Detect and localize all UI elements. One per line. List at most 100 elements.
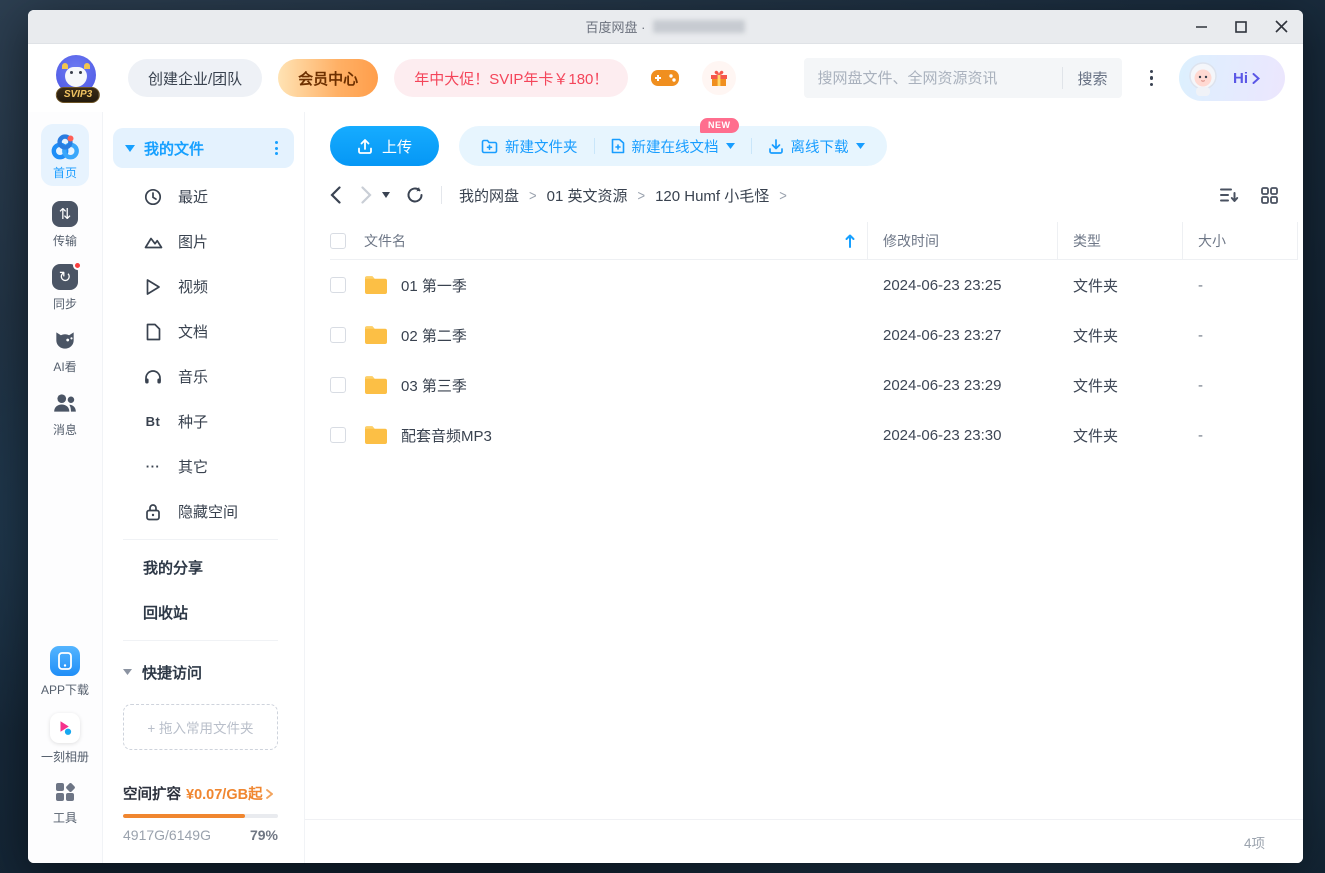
divider [123,539,278,540]
astronaut-avatar-icon [1183,58,1223,98]
breadcrumb-item[interactable]: 120 Humf 小毛怪 [655,185,769,206]
tree-item-others[interactable]: ··· 其它 [103,444,304,489]
quick-access-header[interactable]: 快捷访问 [103,652,304,692]
column-header-size[interactable]: 大小 [1198,231,1226,251]
create-team-button[interactable]: 创建企业/团队 [128,59,262,97]
new-folder-button[interactable]: 新建文件夹 [481,136,578,157]
breadcrumb: 我的网盘 > 01 英文资源 > 120 Humf 小毛怪 > [459,185,787,206]
rail-item-sync[interactable]: ↻ 同步 [52,264,78,312]
storage-progress-track [123,814,278,818]
rail-item-home[interactable]: 首页 [41,124,89,186]
back-button[interactable] [330,186,341,204]
vip-center-button[interactable]: 会员中心 [278,59,378,97]
nav-link-my-shares[interactable]: 我的分享 [103,545,304,590]
chevron-right-icon [266,789,273,799]
folder-icon [364,375,388,395]
column-header-type[interactable]: 类型 [1073,231,1101,251]
toolbar-actions: 新建文件夹 NEW 新建在线文档 离线下载 [459,126,887,166]
my-files-header[interactable]: 我的文件 [113,128,294,168]
history-caret-icon[interactable] [382,192,390,198]
sync-icon: ↻ [52,264,78,290]
sort-ascending-icon[interactable] [845,234,855,248]
close-button[interactable] [1273,19,1289,35]
upload-button[interactable]: 上传 [330,126,439,166]
rail-item-messages[interactable]: 消息 [52,390,78,438]
header: SVIP3 创建企业/团队 会员中心 年中大促！SVIP年卡￥180！ 搜索 [28,44,1303,112]
rail-item-app-download[interactable]: APP下载 [41,646,89,698]
netdisk-logo-icon [50,133,80,161]
titlebar[interactable]: 百度网盘 · [28,10,1303,44]
transfer-icon: ⇅ [52,201,78,227]
tree-item-hidden-space[interactable]: 隐藏空间 [103,489,304,534]
row-checkbox[interactable] [330,377,346,393]
my-files-more-icon[interactable] [271,137,282,159]
tools-icon [53,780,77,804]
tree-item-docs[interactable]: 文档 [103,309,304,354]
table-row[interactable]: 01 第一季 2024-06-23 23:25 文件夹 - [305,260,1303,310]
folder-icon [364,325,388,345]
row-checkbox[interactable] [330,427,346,443]
table-header: 文件名 修改时间 类型 大小 [330,222,1298,260]
row-checkbox[interactable] [330,277,346,293]
offline-download-button[interactable]: 离线下载 [768,136,865,157]
more-menu-icon[interactable] [1144,64,1160,93]
search-input[interactable] [804,70,1063,87]
grid-view-button[interactable] [1261,187,1278,204]
maximize-button[interactable] [1233,19,1249,35]
new-online-doc-button[interactable]: NEW 新建在线文档 [611,136,735,157]
collapse-triangle-icon [123,669,132,675]
rail-item-photos[interactable]: 一刻相册 [41,713,89,765]
table-row[interactable]: 02 第二季 2024-06-23 23:27 文件夹 - [305,310,1303,360]
rail-item-ai-view[interactable]: AI看 [52,327,78,375]
assistant-pill[interactable]: Hi [1179,55,1285,101]
folder-icon [364,275,388,295]
forward-button[interactable] [361,186,372,204]
promo-banner[interactable]: 年中大促！SVIP年卡￥180！ [394,59,628,97]
table-row[interactable]: 配套音频MP3 2024-06-23 23:30 文件夹 - [305,410,1303,460]
tree-item-music[interactable]: 音乐 [103,354,304,399]
divider [123,640,278,641]
sync-notification-dot [73,261,82,270]
rail-item-tools[interactable]: 工具 [53,780,77,826]
greeting-text: Hi [1233,70,1248,87]
ellipsis-icon: ··· [146,459,161,474]
tree-item-torrents[interactable]: Bt 种子 [103,399,304,444]
toolbar: 上传 新建文件夹 NEW 新建在线文档 [305,112,1303,166]
breadcrumb-sep-icon: > [637,186,645,203]
select-all-checkbox[interactable] [330,233,346,249]
game-icon[interactable] [650,67,680,89]
storage-percent-text: 79% [250,827,278,843]
search-box: 搜索 [804,58,1122,98]
status-bar: 4项 [305,819,1303,863]
search-button[interactable]: 搜索 [1062,67,1121,89]
sort-button[interactable] [1220,187,1239,203]
column-header-time[interactable]: 修改时间 [883,231,939,251]
drop-folder-zone[interactable]: + 拖入常用文件夹 [123,704,278,750]
bt-icon: Bt [146,414,161,429]
user-avatar[interactable]: SVIP3 [56,55,100,101]
gift-icon[interactable] [702,61,736,95]
app-window: 百度网盘 · SVIP3 创建企业/团队 会员中心 年中大促！SVIP年卡￥18… [28,10,1303,863]
minimize-button[interactable] [1193,19,1209,35]
tree-item-recent[interactable]: 最近 [103,174,304,219]
breadcrumb-item[interactable]: 我的网盘 [459,185,519,206]
refresh-button[interactable] [406,186,424,204]
breadcrumb-item[interactable]: 01 英文资源 [547,185,628,206]
column-header-name[interactable]: 文件名 [364,231,406,251]
caret-down-icon [726,143,735,149]
nav-link-recycle-bin[interactable]: 回收站 [103,590,304,635]
new-folder-icon [481,139,498,154]
upload-icon [357,138,373,154]
headphones-icon [143,368,163,385]
storage-expand-link[interactable]: 空间扩容 ¥0.07/GB起 [123,783,278,804]
tree-item-images[interactable]: 图片 [103,219,304,264]
new-doc-icon [611,138,625,154]
image-icon [143,233,163,251]
row-checkbox[interactable] [330,327,346,343]
table-row[interactable]: 03 第三季 2024-06-23 23:29 文件夹 - [305,360,1303,410]
tree-item-videos[interactable]: 视频 [103,264,304,309]
window-title: 百度网盘 · [586,17,746,36]
rail-item-transfer[interactable]: ⇅ 传输 [52,201,78,249]
app-download-icon [50,646,80,676]
lock-icon [143,503,163,521]
